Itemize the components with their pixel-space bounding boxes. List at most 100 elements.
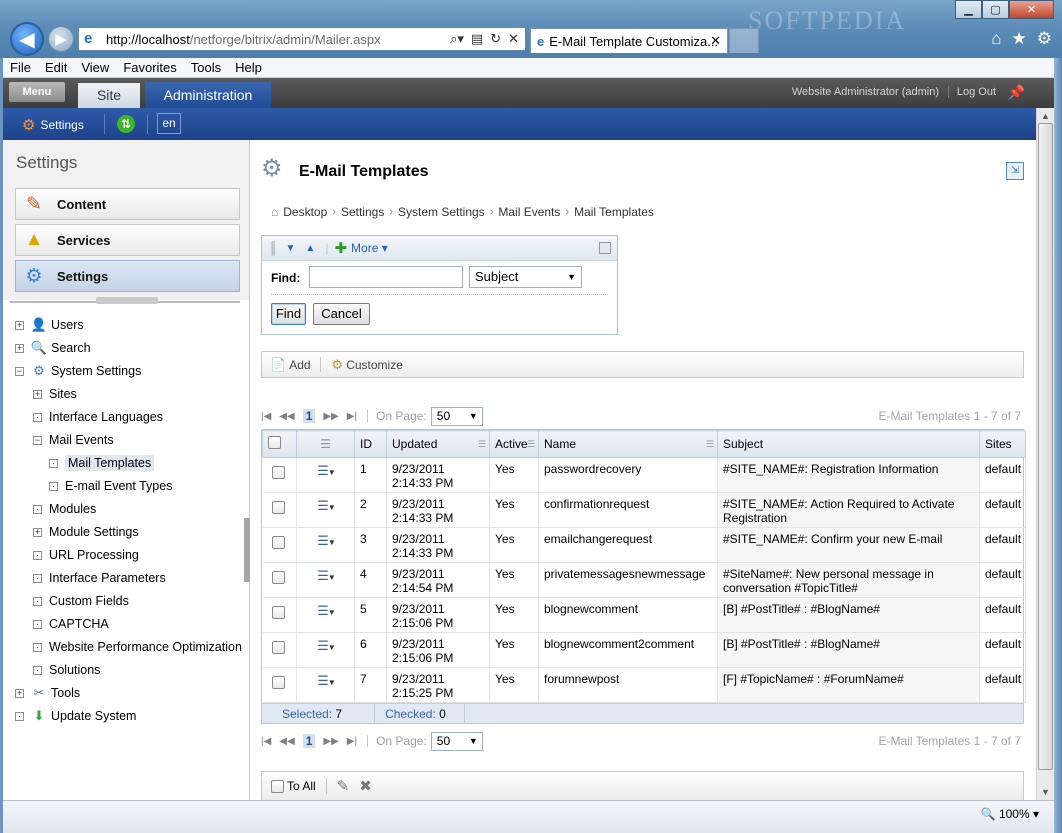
tree-item-update-system[interactable]: · ⬇ Update System xyxy=(15,706,136,726)
scroll-up-icon[interactable]: ▲ xyxy=(1041,111,1050,121)
cell-name[interactable]: privatemessagesnewmessage xyxy=(538,562,718,598)
tree-item-email-event-types[interactable]: · E-mail Event Types xyxy=(49,476,172,496)
current-page[interactable]: 1 xyxy=(302,734,316,748)
customize-button[interactable]: Customize xyxy=(346,358,403,372)
menu-toggle-button[interactable]: Menu xyxy=(9,82,65,102)
edit-pencil-icon[interactable]: ✎ xyxy=(337,777,350,795)
next-page-icon[interactable]: ▶▶ xyxy=(323,736,338,747)
table-row[interactable]: ☰▼ 4 9/23/2011 2:14:54 PM Yes privatemessages… xyxy=(262,562,1026,598)
search-dropdown-icon[interactable]: ⌕▾ xyxy=(450,31,464,47)
add-button[interactable]: Add xyxy=(289,358,310,372)
expand-icon[interactable]: + xyxy=(15,343,24,353)
menu-help[interactable]: Help xyxy=(235,60,262,75)
prev-page-icon[interactable]: ◀◀ xyxy=(279,736,294,747)
move-up-icon[interactable]: ▲ xyxy=(305,243,315,254)
column-menu-header[interactable]: ☰ xyxy=(296,430,355,458)
row-checkbox[interactable] xyxy=(271,606,285,619)
column-id[interactable]: ID xyxy=(354,430,387,458)
table-row[interactable]: ☰▼ 3 9/23/2011 2:14:33 PM Yes emailchangerequ… xyxy=(262,527,1026,563)
column-name[interactable]: Name ☰ xyxy=(538,430,718,458)
tree-item-sites[interactable]: + Sites xyxy=(33,384,77,404)
row-actions-menu-icon[interactable]: ☰▼ xyxy=(317,603,336,618)
menu-favorites[interactable]: Favorites xyxy=(123,60,176,75)
row-actions-menu-icon[interactable]: ☰▼ xyxy=(317,533,336,548)
collapse-icon[interactable]: − xyxy=(15,366,24,376)
cell-name[interactable]: passwordrecovery xyxy=(538,457,718,493)
cell-name[interactable]: blognewcomment xyxy=(538,597,718,633)
row-actions-menu-icon[interactable]: ☰▼ xyxy=(317,568,336,583)
page-size-select[interactable]: 50 ▼ xyxy=(430,731,483,751)
find-button[interactable]: Find xyxy=(271,303,306,325)
breadcrumb-settings[interactable]: Settings xyxy=(341,205,384,219)
expand-icon[interactable]: + xyxy=(15,320,24,330)
table-row[interactable]: ☰▼ 6 9/23/2011 2:15:06 PM Yes blognewcomment2… xyxy=(262,632,1026,668)
first-page-icon[interactable]: |◀ xyxy=(261,411,271,422)
administration-tab[interactable]: Administration xyxy=(145,82,271,108)
cancel-button[interactable]: Cancel xyxy=(313,303,370,325)
column-subject[interactable]: Subject xyxy=(717,430,980,458)
select-all-checkbox[interactable] xyxy=(268,436,281,449)
tree-item-mail-templates[interactable]: · Mail Templates xyxy=(49,453,155,473)
menu-tools[interactable]: Tools xyxy=(191,60,221,75)
sidebar-collapse-handle[interactable] xyxy=(96,297,158,304)
logout-link[interactable]: Log Out xyxy=(947,86,996,98)
row-checkbox[interactable] xyxy=(271,641,285,654)
row-checkbox[interactable] xyxy=(271,466,285,479)
row-actions-menu-icon[interactable]: ☰▼ xyxy=(317,638,336,653)
address-bar[interactable]: e http://localhost/netforge/bitrix/admin… xyxy=(78,27,526,51)
column-sites[interactable]: Sites xyxy=(979,430,1026,458)
tree-item-interface-languages[interactable]: · Interface Languages xyxy=(33,407,163,427)
last-page-icon[interactable]: ▶| xyxy=(347,411,357,422)
table-row[interactable]: ☰▼ 7 9/23/2011 2:15:25 PM Yes forumnewpost [F]… xyxy=(262,667,1026,703)
update-arrows-icon[interactable]: ⇅ xyxy=(117,115,135,133)
scrollbar-thumb[interactable] xyxy=(1038,123,1053,770)
page-scrollbar[interactable]: ▲ ▼ xyxy=(1036,108,1054,800)
breadcrumb-system-settings[interactable]: System Settings xyxy=(398,205,485,219)
menu-edit[interactable]: Edit xyxy=(45,60,67,75)
row-checkbox[interactable] xyxy=(271,676,285,689)
section-services-button[interactable]: ▲ Services xyxy=(15,224,240,256)
tree-item-url-processing[interactable]: · URL Processing xyxy=(33,545,139,565)
collapse-icon[interactable]: − xyxy=(33,435,42,445)
tree-item-performance-optimization[interactable]: · Website Performance Optimization xyxy=(33,637,242,657)
to-all-checkbox[interactable] xyxy=(271,779,284,793)
find-field-select[interactable]: Subject ▼ xyxy=(469,266,582,288)
tree-item-tools[interactable]: + ✂ Tools xyxy=(15,683,80,703)
language-button[interactable]: en xyxy=(157,113,181,134)
forward-button[interactable]: ▶ xyxy=(48,26,74,52)
row-checkbox[interactable] xyxy=(271,536,285,549)
site-tab[interactable]: Site xyxy=(78,83,140,108)
tree-item-captcha[interactable]: · CAPTCHA xyxy=(33,614,109,634)
menu-view[interactable]: View xyxy=(81,60,109,75)
next-page-icon[interactable]: ▶▶ xyxy=(323,411,338,422)
column-updated[interactable]: Updated ☰ xyxy=(386,430,490,458)
tree-item-custom-fields[interactable]: · Custom Fields xyxy=(33,591,129,611)
back-button[interactable]: ◀ xyxy=(10,22,44,56)
tools-gear-icon[interactable]: ⚙ xyxy=(1037,29,1052,49)
last-page-icon[interactable]: ▶| xyxy=(347,736,357,747)
expand-icon[interactable]: + xyxy=(15,688,24,698)
table-row[interactable]: ☰▼ 2 9/23/2011 2:14:33 PM Yes confirmationreq… xyxy=(262,492,1026,528)
breadcrumb-mail-events[interactable]: Mail Events xyxy=(498,205,560,219)
column-active[interactable]: Active ☰ xyxy=(489,430,539,458)
tab-close-icon[interactable]: ✕ xyxy=(710,33,721,49)
breadcrumb-desktop[interactable]: Desktop xyxy=(283,205,327,219)
browser-tab[interactable]: e E-Mail Template Customiza... ✕ xyxy=(530,28,728,53)
tree-item-modules[interactable]: · Modules xyxy=(33,499,96,519)
new-tab-button[interactable] xyxy=(729,28,759,53)
delete-x-icon[interactable]: ✖ xyxy=(359,777,372,795)
tree-item-search[interactable]: + 🔍 Search xyxy=(15,338,91,358)
filter-minimize-button[interactable] xyxy=(599,242,611,254)
find-input[interactable] xyxy=(309,266,463,288)
menu-file[interactable]: File xyxy=(10,60,31,75)
table-row[interactable]: ☰▼ 1 9/23/2011 2:14:33 PM Yes passwordrecover… xyxy=(262,457,1026,493)
column-options-icon[interactable]: ☰ xyxy=(478,439,486,450)
row-actions-menu-icon[interactable]: ☰▼ xyxy=(317,463,336,478)
current-page[interactable]: 1 xyxy=(302,409,316,423)
prev-page-icon[interactable]: ◀◀ xyxy=(279,411,294,422)
tree-item-system-settings[interactable]: − ⚙ System Settings xyxy=(15,361,141,381)
row-actions-menu-icon[interactable]: ☰▼ xyxy=(317,673,336,688)
section-content-button[interactable]: ✎ Content xyxy=(15,188,240,220)
row-checkbox[interactable] xyxy=(271,571,285,584)
minimize-button[interactable]: ▁ xyxy=(955,0,982,19)
